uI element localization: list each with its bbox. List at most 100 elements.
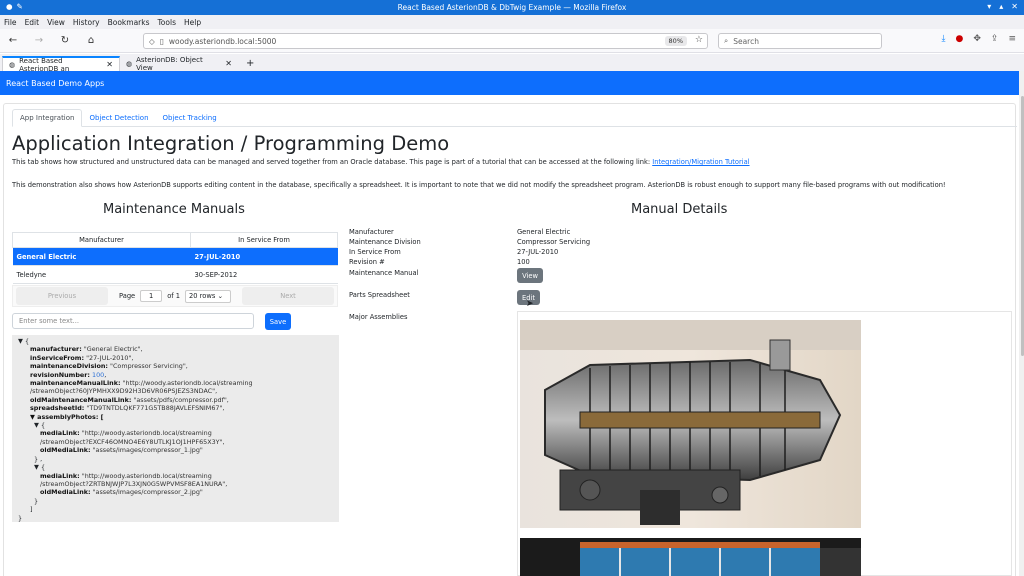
menu-help[interactable]: Help bbox=[184, 18, 201, 27]
text-input[interactable]: Enter some text... bbox=[12, 313, 254, 329]
bookmark-star-icon[interactable]: ☆ bbox=[695, 35, 703, 45]
assembly-photo-1[interactable] bbox=[520, 320, 861, 528]
back-icon[interactable]: ← bbox=[6, 35, 20, 46]
download-icon[interactable]: ⤓ bbox=[942, 34, 946, 44]
search-bar[interactable]: ⌕ Search bbox=[718, 33, 882, 49]
browser-tab-1[interactable]: ◍ React Based AsterionDB an ✕ bbox=[2, 56, 120, 73]
page-of-label: of 1 bbox=[167, 292, 181, 300]
json-value: /streamObject?ZRTBNJWJP7L3XJN0G5WPVMSF8E… bbox=[40, 479, 228, 488]
page-info-icon[interactable]: ▯ bbox=[160, 37, 164, 46]
json-photo-open[interactable]: ▼ { bbox=[18, 463, 333, 471]
json-line: inServiceFrom: "27-JUL-2010", bbox=[18, 354, 333, 362]
search-icon: ⌕ bbox=[724, 36, 729, 45]
column-in-service-from[interactable]: In Service From bbox=[190, 232, 338, 248]
json-line: oldMediaLink: "assets/images/compressor_… bbox=[18, 488, 333, 496]
json-key: maintenanceManualLink: bbox=[30, 379, 121, 388]
ublock-icon[interactable]: ● bbox=[956, 34, 964, 44]
column-manufacturer[interactable]: Manufacturer bbox=[12, 232, 191, 248]
label-parts-spreadsheet: Parts Spreadsheet bbox=[349, 291, 410, 299]
intro-text-1: This tab shows how structured and unstru… bbox=[12, 158, 653, 166]
json-key: mediaLink: bbox=[40, 471, 80, 480]
json-line: oldMaintenanceManualLink: "assets/pdfs/c… bbox=[18, 396, 333, 404]
json-line: /streamObject?ZRTBNJWJP7L3XJN0G5WPVMSF8E… bbox=[18, 480, 333, 488]
url-bar[interactable]: ◇ ▯ woody.asteriondb.local:5000 80% ☆ bbox=[143, 33, 708, 49]
menu-view[interactable]: View bbox=[47, 18, 65, 27]
extensions-icon[interactable]: ✥ bbox=[973, 34, 981, 44]
table-row[interactable]: Teledyne 30-SEP-2012 bbox=[12, 265, 338, 284]
cell-manufacturer: General Electric bbox=[12, 247, 191, 266]
next-button[interactable]: Next bbox=[242, 287, 334, 305]
save-button[interactable]: Save bbox=[265, 313, 291, 330]
tutorial-link[interactable]: Integration/Migration Tutorial bbox=[652, 158, 749, 166]
page-input[interactable]: 1 bbox=[140, 290, 163, 302]
shield-icon[interactable]: ◇ bbox=[149, 37, 155, 46]
json-photo-open[interactable]: ▼ { bbox=[18, 421, 333, 429]
table-header-row: Manufacturer In Service From bbox=[12, 232, 338, 248]
json-photo-close: } , bbox=[34, 454, 43, 463]
menu-history[interactable]: History bbox=[73, 18, 100, 27]
previous-button[interactable]: Previous bbox=[16, 287, 108, 305]
json-value: /streamObject?EXCF46OMNO4E6Y8UTLKJ1OJ1HP… bbox=[40, 437, 225, 446]
value-maintenance-division: Compressor Servicing bbox=[517, 238, 591, 246]
tab-favicon-icon: ◍ bbox=[9, 60, 16, 69]
menu-edit[interactable]: Edit bbox=[25, 18, 40, 27]
label-revision: Revision # bbox=[349, 258, 385, 266]
json-key: ▼ assemblyPhotos: [ bbox=[30, 412, 104, 421]
browser-tab-2[interactable]: ◍ AsterionDB: Object View ✕ bbox=[120, 55, 238, 72]
json-value: "http://woody.asteriondb.local/streaming bbox=[81, 429, 212, 438]
cell-manufacturer: Teledyne bbox=[12, 265, 191, 284]
app-brand[interactable]: React Based Demo Apps bbox=[6, 79, 104, 88]
firefox-icon[interactable]: ● bbox=[6, 2, 13, 11]
hamburger-menu-icon[interactable]: ≡ bbox=[1008, 34, 1016, 44]
home-icon[interactable]: ⌂ bbox=[84, 35, 98, 46]
json-value: "TD9TNTDLQKF771G5TB88JAVLEFSNIM67", bbox=[86, 404, 225, 413]
maximize-icon[interactable]: ▴ bbox=[999, 2, 1003, 11]
tab-close-icon[interactable]: ✕ bbox=[225, 59, 232, 68]
json-line: manufacturer: "General Electric", bbox=[18, 345, 333, 353]
label-maintenance-division: Maintenance Division bbox=[349, 238, 421, 246]
menu-bookmarks[interactable]: Bookmarks bbox=[108, 18, 150, 27]
menu-file[interactable]: File bbox=[4, 18, 17, 27]
tab-app-integration[interactable]: App Integration bbox=[12, 109, 83, 127]
tab-object-tracking[interactable]: Object Tracking bbox=[156, 109, 224, 127]
json-value: "http://woody.asteriondb.local/streaming bbox=[122, 379, 253, 388]
tab-close-icon[interactable]: ✕ bbox=[106, 60, 113, 69]
table-row[interactable]: General Electric 27-JUL-2010 bbox=[12, 247, 338, 266]
share-icon[interactable]: ⇪ bbox=[991, 34, 999, 44]
rows-select[interactable]: 20 rows ⌄ bbox=[185, 289, 232, 303]
app-navbar: React Based Demo Apps bbox=[0, 71, 1019, 95]
json-photos-key[interactable]: ▼ assemblyPhotos: [ bbox=[18, 413, 333, 421]
tab-object-detection[interactable]: Object Detection bbox=[82, 109, 155, 127]
menu-bar: File Edit View History Bookmarks Tools H… bbox=[0, 15, 1024, 29]
pager-middle: Page 1 of 1 20 rows ⌄ bbox=[111, 289, 239, 303]
json-value: "assets/images/compressor_1.jpg" bbox=[92, 446, 203, 455]
pin-icon[interactable]: ✎ bbox=[17, 2, 23, 11]
json-key: maintenanceDivision: bbox=[30, 362, 108, 371]
zoom-indicator[interactable]: 80% bbox=[664, 36, 687, 46]
close-icon[interactable]: ✕ bbox=[1011, 2, 1018, 11]
assembly-photo-2[interactable] bbox=[520, 538, 861, 576]
json-value: /streamObject?60JYPMHXX9D92H3D6VR06PSJEZ… bbox=[30, 387, 218, 396]
value-revision: 100 bbox=[517, 258, 530, 266]
json-line: maintenanceManualLink: "http://woody.ast… bbox=[18, 379, 333, 387]
json-value: "General Electric", bbox=[83, 345, 143, 354]
url-text[interactable]: woody.asteriondb.local:5000 bbox=[169, 37, 276, 46]
new-tab-icon[interactable]: + bbox=[238, 56, 262, 71]
page-title: Application Integration / Programming De… bbox=[12, 132, 450, 155]
toolbar-right: ⤓ ● ✥ ⇪ ≡ bbox=[942, 34, 1016, 44]
view-manual-button[interactable]: View bbox=[517, 268, 543, 283]
label-major-assemblies: Major Assemblies bbox=[349, 313, 408, 321]
menu-tools[interactable]: Tools bbox=[158, 18, 176, 27]
forward-icon[interactable]: → bbox=[32, 35, 46, 46]
json-photo-close: } bbox=[34, 496, 39, 505]
app-tabs: App Integration Object Detection Object … bbox=[12, 109, 1017, 127]
reload-icon[interactable]: ↻ bbox=[58, 35, 72, 46]
json-value: "http://woody.asteriondb.local/streaming bbox=[81, 471, 212, 480]
browser-tab-2-label: AsterionDB: Object View bbox=[136, 55, 203, 72]
manuals-table: Manufacturer In Service From General Ele… bbox=[12, 232, 338, 284]
json-key: oldMaintenanceManualLink: bbox=[30, 395, 132, 404]
json-key: oldMediaLink: bbox=[40, 446, 91, 455]
json-comma: , bbox=[104, 370, 107, 379]
json-open[interactable]: ▼ { bbox=[18, 337, 333, 345]
minimize-icon[interactable]: ▾ bbox=[987, 2, 991, 11]
